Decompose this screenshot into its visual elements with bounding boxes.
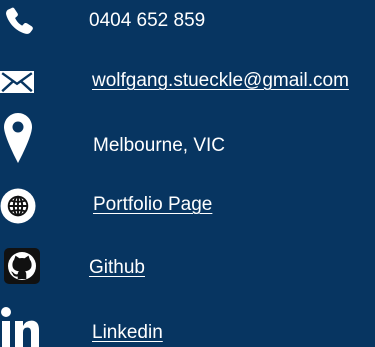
envelope-icon [0,71,34,93]
phone-number: 0404 652 859 [89,10,206,31]
linkedin-link[interactable]: Linkedin [92,321,163,345]
email-row: wolfgang.stueckle@gmail.com [0,62,375,102]
globe-icon [0,188,36,224]
github-row: Github [0,246,375,288]
portfolio-row: Portfolio Page [0,186,375,226]
github-icon [4,248,40,284]
phone-row: 0404 652 859 [0,0,375,40]
linkedin-icon [1,307,39,347]
linkedin-row: Linkedin [0,305,375,347]
email-link[interactable]: wolfgang.stueckle@gmail.com [92,69,349,93]
github-link[interactable]: Github [89,256,145,280]
map-pin-icon [4,113,32,163]
location-row: Melbourne, VIC [0,112,375,166]
portfolio-link[interactable]: Portfolio Page [93,193,212,217]
phone-icon [6,7,33,34]
location-text: Melbourne, VIC [93,135,226,156]
